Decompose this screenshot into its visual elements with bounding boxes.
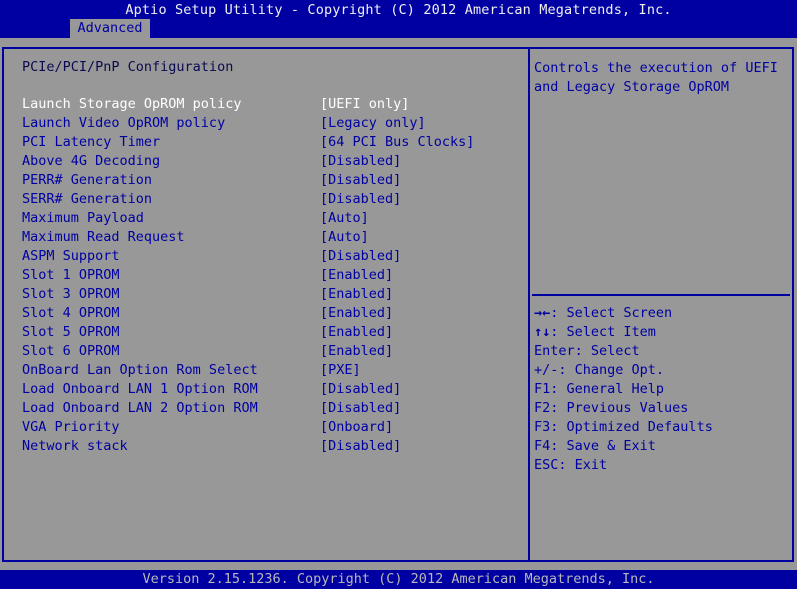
key-desc: : Save & Exit bbox=[550, 438, 656, 454]
setting-label: Slot 5 OPROM bbox=[22, 324, 120, 340]
setting-label: Launch Storage OpROM policy bbox=[22, 96, 242, 112]
up-down-arrows-icon: ↑↓ bbox=[534, 324, 551, 340]
key-select-item: ↑↓: Select Item bbox=[534, 324, 713, 343]
setting-launch-storage-oprom-policy[interactable]: Launch Storage OpROM policy [UEFI only] bbox=[22, 96, 522, 115]
key-name: Enter bbox=[534, 343, 575, 359]
tab-advanced[interactable]: Advanced bbox=[70, 19, 150, 38]
setting-maximum-payload[interactable]: Maximum Payload [Auto] bbox=[22, 210, 522, 229]
setting-value[interactable]: [Auto] bbox=[320, 210, 369, 226]
setting-value[interactable]: [Disabled] bbox=[320, 248, 401, 264]
setting-value[interactable]: [UEFI only] bbox=[320, 96, 409, 112]
setting-label: VGA Priority bbox=[22, 419, 120, 435]
setting-label: Maximum Payload bbox=[22, 210, 144, 226]
setting-label: PERR# Generation bbox=[22, 172, 153, 188]
setting-value[interactable]: [Onboard] bbox=[320, 419, 393, 435]
key-f3: F3: Optimized Defaults bbox=[534, 419, 713, 438]
setting-slot-3-oprom[interactable]: Slot 3 OPROM [Enabled] bbox=[22, 286, 522, 305]
setting-value[interactable]: [64 PCI Bus Clocks] bbox=[320, 134, 474, 150]
setting-value[interactable]: [Enabled] bbox=[320, 343, 393, 359]
setting-serr-generation[interactable]: SERR# Generation [Disabled] bbox=[22, 191, 522, 210]
setting-slot-1-oprom[interactable]: Slot 1 OPROM [Enabled] bbox=[22, 267, 522, 286]
setting-value[interactable]: [Enabled] bbox=[320, 286, 393, 302]
setting-label: Slot 6 OPROM bbox=[22, 343, 120, 359]
key-legend: →←: Select Screen ↑↓: Select Item Enter:… bbox=[534, 305, 713, 476]
help-line: and Legacy Storage OpROM bbox=[534, 79, 730, 95]
key-f2: F2: Previous Values bbox=[534, 400, 713, 419]
key-f1: F1: General Help bbox=[534, 381, 713, 400]
title-bar: Aptio Setup Utility - Copyright (C) 2012… bbox=[0, 0, 797, 38]
setting-label: Slot 1 OPROM bbox=[22, 267, 120, 283]
setting-slot-6-oprom[interactable]: Slot 6 OPROM [Enabled] bbox=[22, 343, 522, 362]
setting-value[interactable]: [Disabled] bbox=[320, 153, 401, 169]
setting-label: OnBoard Lan Option Rom Select bbox=[22, 362, 258, 378]
setting-perr-generation[interactable]: PERR# Generation [Disabled] bbox=[22, 172, 522, 191]
setting-onboard-lan-option-rom-select[interactable]: OnBoard Lan Option Rom Select [PXE] bbox=[22, 362, 522, 381]
key-change-opt: +/-: Change Opt. bbox=[534, 362, 713, 381]
key-name: ESC bbox=[534, 457, 559, 473]
setting-value[interactable]: [Enabled] bbox=[320, 324, 393, 340]
setting-value[interactable]: [Legacy only] bbox=[320, 115, 426, 131]
key-desc: : Exit bbox=[558, 457, 608, 473]
setting-value[interactable]: [Disabled] bbox=[320, 191, 401, 207]
setting-slot-4-oprom[interactable]: Slot 4 OPROM [Enabled] bbox=[22, 305, 522, 324]
setting-value[interactable]: [Disabled] bbox=[320, 438, 401, 454]
setting-value[interactable]: [Disabled] bbox=[320, 400, 401, 416]
key-enter: Enter: Select bbox=[534, 343, 713, 362]
setting-label: Load Onboard LAN 1 Option ROM bbox=[22, 381, 258, 397]
setting-label: SERR# Generation bbox=[22, 191, 153, 207]
setting-label: Launch Video OpROM policy bbox=[22, 115, 226, 131]
key-name: F2 bbox=[534, 400, 551, 416]
setting-label: Network stack bbox=[22, 438, 128, 454]
setting-label: Above 4G Decoding bbox=[22, 153, 161, 169]
key-select-screen: →←: Select Screen bbox=[534, 305, 713, 324]
setting-aspm-support[interactable]: ASPM Support [Disabled] bbox=[22, 248, 522, 267]
setting-value[interactable]: [Auto] bbox=[320, 229, 369, 245]
key-desc: : General Help bbox=[550, 381, 665, 397]
settings-list: Launch Storage OpROM policy [UEFI only] … bbox=[22, 96, 522, 457]
setting-value[interactable]: [Disabled] bbox=[320, 381, 401, 397]
section-title: PCIe/PCI/PnP Configuration bbox=[22, 59, 234, 75]
setting-network-stack[interactable]: Network stack [Disabled] bbox=[22, 438, 522, 457]
setting-value[interactable]: [PXE] bbox=[320, 362, 361, 378]
setting-value[interactable]: [Enabled] bbox=[320, 305, 393, 321]
setting-load-onboard-lan-1-option-rom[interactable]: Load Onboard LAN 1 Option ROM [Disabled] bbox=[22, 381, 522, 400]
panel-divider bbox=[528, 47, 530, 562]
key-name: +/- bbox=[534, 362, 559, 378]
setting-vga-priority[interactable]: VGA Priority [Onboard] bbox=[22, 419, 522, 438]
setting-slot-5-oprom[interactable]: Slot 5 OPROM [Enabled] bbox=[22, 324, 522, 343]
setting-label: Maximum Read Request bbox=[22, 229, 185, 245]
app-title: Aptio Setup Utility - Copyright (C) 2012… bbox=[125, 2, 672, 18]
setting-maximum-read-request[interactable]: Maximum Read Request [Auto] bbox=[22, 229, 522, 248]
help-line: Controls the execution of UEFI bbox=[534, 60, 778, 76]
setting-label: Slot 3 OPROM bbox=[22, 286, 120, 302]
key-name: F4 bbox=[534, 438, 551, 454]
key-desc: : Select Item bbox=[550, 324, 656, 340]
setting-label: Load Onboard LAN 2 Option ROM bbox=[22, 400, 258, 416]
key-name: F3 bbox=[534, 419, 551, 435]
setting-value[interactable]: [Enabled] bbox=[320, 267, 393, 283]
help-divider bbox=[532, 294, 790, 296]
key-esc: ESC: Exit bbox=[534, 457, 713, 476]
setting-label: ASPM Support bbox=[22, 248, 120, 264]
key-desc: : Change Opt. bbox=[558, 362, 665, 378]
key-name: F1 bbox=[534, 381, 551, 397]
setting-label: PCI Latency Timer bbox=[22, 134, 161, 150]
setting-pci-latency-timer[interactable]: PCI Latency Timer [64 PCI Bus Clocks] bbox=[22, 134, 522, 153]
key-desc: : Select bbox=[574, 343, 640, 359]
footer-version: Version 2.15.1236. Copyright (C) 2012 Am… bbox=[0, 570, 797, 589]
key-desc: : Select Screen bbox=[550, 305, 673, 321]
key-desc: : Previous Values bbox=[550, 400, 689, 416]
setting-load-onboard-lan-2-option-rom[interactable]: Load Onboard LAN 2 Option ROM [Disabled] bbox=[22, 400, 522, 419]
help-text: Controls the execution of UEFI and Legac… bbox=[534, 59, 790, 97]
key-f4: F4: Save & Exit bbox=[534, 438, 713, 457]
setting-above-4g-decoding[interactable]: Above 4G Decoding [Disabled] bbox=[22, 153, 522, 172]
setting-launch-video-oprom-policy[interactable]: Launch Video OpROM policy [Legacy only] bbox=[22, 115, 522, 134]
setting-label: Slot 4 OPROM bbox=[22, 305, 120, 321]
key-desc: : Optimized Defaults bbox=[550, 419, 713, 435]
setting-value[interactable]: [Disabled] bbox=[320, 172, 401, 188]
left-right-arrows-icon: →← bbox=[534, 305, 551, 321]
